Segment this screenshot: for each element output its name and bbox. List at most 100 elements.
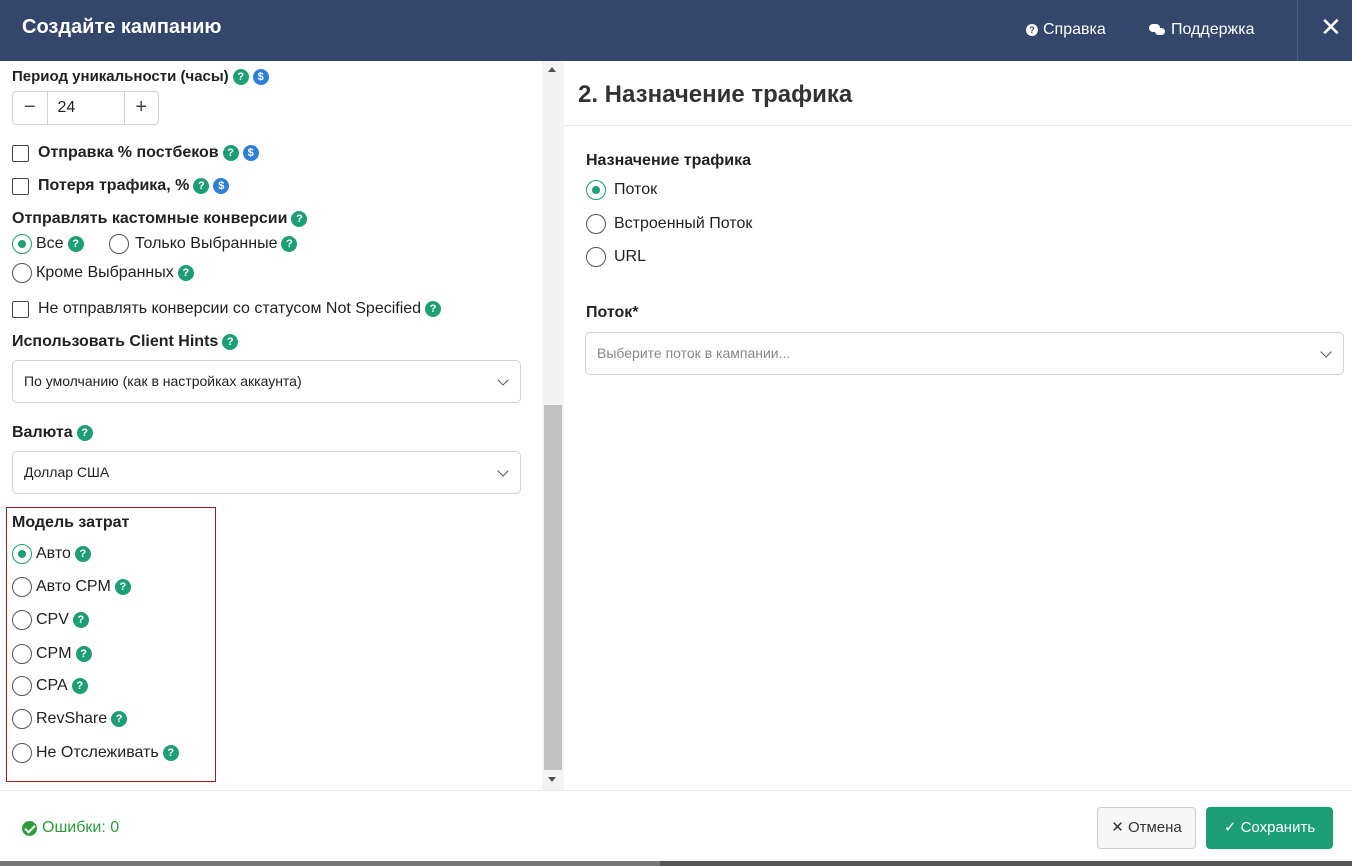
help-icon[interactable]: ? [75, 646, 92, 662]
destination-label: Назначение трафика [586, 152, 752, 169]
help-icon[interactable]: ? [281, 236, 298, 252]
option-label: Встроенный Поток [614, 215, 753, 232]
decrement-button[interactable]: − [13, 92, 47, 124]
scroll-up-arrow[interactable] [548, 67, 556, 72]
option-label: URL [614, 248, 647, 265]
help-icon[interactable]: ? [72, 612, 89, 628]
bottom-edge-segment [0, 861, 660, 866]
traffic-loss-row[interactable]: Потеря трафика, % ? $ [12, 177, 230, 195]
radio-cpv[interactable] [12, 610, 32, 630]
option-except-label: Кроме Выбранных [36, 264, 174, 281]
help-icon[interactable]: ? [71, 678, 88, 694]
option-label: Поток [614, 181, 658, 198]
postback-send-checkbox[interactable] [12, 144, 29, 162]
help-icon[interactable]: ? [114, 579, 131, 595]
custom-conversions-option-except[interactable]: Кроме Выбранных ? [12, 263, 194, 283]
radio-cpa[interactable] [12, 676, 32, 696]
traffic-loss-label: Потеря трафика, % [38, 177, 190, 194]
chevron-down-icon [497, 374, 509, 386]
help-icon[interactable]: ? [232, 68, 249, 85]
custom-conversions-label: Отправлять кастомные конверсии [12, 210, 288, 227]
client-hints-select[interactable]: По умолчанию (как в настройках аккаунта) [12, 360, 521, 403]
cost-model-option-cpv[interactable]: CPV ? [12, 610, 89, 630]
cost-model-option-auto[interactable]: Авто ? [12, 544, 91, 564]
custom-conversions-label-row: Отправлять кастомные конверсии ? [12, 210, 308, 228]
chevron-down-icon [1320, 346, 1332, 358]
question-circle-icon: ? [1026, 24, 1038, 36]
currency-label: Валюта [12, 424, 73, 441]
option-label: RevShare [36, 710, 108, 727]
help-icon[interactable]: ? [222, 145, 239, 161]
help-icon[interactable]: ? [222, 334, 239, 350]
currency-select[interactable]: Доллар США [12, 451, 521, 494]
support-link[interactable]: Поддержка [1149, 21, 1254, 39]
radio-except-selected[interactable] [12, 263, 32, 283]
save-button[interactable]: ✓ Сохранить [1206, 807, 1333, 849]
destination-option-flow[interactable]: Поток [586, 180, 657, 200]
cost-model-option-revshare[interactable]: RevShare ? [12, 709, 128, 729]
help-icon[interactable]: ? [76, 425, 93, 441]
cost-model-option-auto-cpm[interactable]: Авто CPM ? [12, 577, 131, 597]
dollar-icon[interactable]: $ [252, 68, 269, 85]
cost-model-option-cpa[interactable]: CPA ? [12, 676, 88, 696]
custom-conversions-option-selected[interactable]: Только Выбранные ? [109, 234, 298, 254]
destination-option-url[interactable]: URL [586, 247, 646, 267]
radio-flow[interactable] [586, 180, 606, 200]
radio-no-tracking[interactable] [12, 743, 32, 763]
radio-auto-cpm[interactable] [12, 577, 32, 597]
help-link[interactable]: ? Справка [1026, 21, 1106, 39]
cancel-button[interactable]: ✕ Отмена [1097, 807, 1196, 849]
dollar-icon[interactable]: $ [213, 178, 230, 194]
traffic-destination-panel: 2. Назначение трафика Назначение трафика… [564, 61, 1352, 790]
close-button[interactable]: ✕ [1320, 12, 1342, 42]
postback-send-label: Отправка % постбеков [38, 144, 219, 161]
errors-status: Ошибки: 0 [22, 819, 119, 837]
not-specified-checkbox[interactable] [12, 300, 29, 318]
uniqueness-value[interactable]: 24 [46, 92, 125, 124]
help-icon[interactable]: ? [291, 211, 308, 227]
check-circle-icon [22, 820, 37, 836]
campaign-settings-panel: Период уникальности (часы) ? $ − 24 + От… [0, 61, 542, 790]
help-label: Справка [1043, 21, 1106, 38]
help-icon[interactable]: ? [111, 711, 128, 727]
radio-builtin-flow[interactable] [586, 214, 606, 234]
help-icon[interactable]: ? [193, 178, 210, 194]
scroll-down-arrow[interactable] [548, 777, 556, 782]
help-icon[interactable]: ? [177, 265, 194, 281]
chevron-down-icon [497, 465, 509, 477]
option-label: Авто CPM [36, 578, 111, 595]
help-icon[interactable]: ? [162, 745, 179, 761]
radio-cpm[interactable] [12, 644, 32, 664]
increment-button[interactable]: + [125, 92, 159, 124]
destination-option-builtin-flow[interactable]: Встроенный Поток [586, 214, 752, 234]
custom-conversions-option-all[interactable]: Все ? [12, 234, 84, 254]
option-label: CPA [36, 677, 68, 694]
modal-title: Создайте кампанию [22, 16, 222, 38]
help-icon[interactable]: ? [74, 546, 91, 562]
currency-label-row: Валюта ? [12, 424, 93, 442]
flow-select[interactable]: Выберите поток в кампании... [585, 332, 1344, 375]
radio-auto[interactable] [12, 544, 32, 564]
left-panel-scrollbar[interactable] [542, 61, 564, 790]
dollar-icon[interactable]: $ [242, 145, 259, 161]
not-specified-row[interactable]: Не отправлять конверсии со статусом Not … [12, 300, 442, 318]
section-title: 2. Назначение трафика [578, 81, 853, 108]
radio-url[interactable] [586, 247, 606, 267]
help-icon[interactable]: ? [67, 236, 84, 252]
cost-model-option-cpm[interactable]: CPM ? [12, 644, 92, 664]
option-label: Не Отслеживать [36, 744, 159, 761]
help-icon[interactable]: ? [425, 301, 442, 317]
postback-send-row[interactable]: Отправка % постбеков ? $ [12, 144, 259, 162]
radio-only-selected[interactable] [109, 234, 129, 254]
radio-all[interactable] [12, 234, 32, 254]
radio-revshare[interactable] [12, 709, 32, 729]
client-hints-value: По умолчанию (как в настройках аккаунта) [24, 373, 302, 389]
scroll-thumb[interactable] [544, 405, 562, 770]
uniqueness-label: Период уникальности (часы) [12, 68, 229, 85]
option-label: Авто [36, 545, 71, 562]
traffic-loss-checkbox[interactable] [12, 177, 29, 195]
uniqueness-stepper[interactable]: − 24 + [12, 91, 159, 125]
option-label: CPV [36, 611, 69, 628]
cost-model-option-no-tracking[interactable]: Не Отслеживать ? [12, 743, 179, 763]
header-divider [1297, 0, 1298, 61]
